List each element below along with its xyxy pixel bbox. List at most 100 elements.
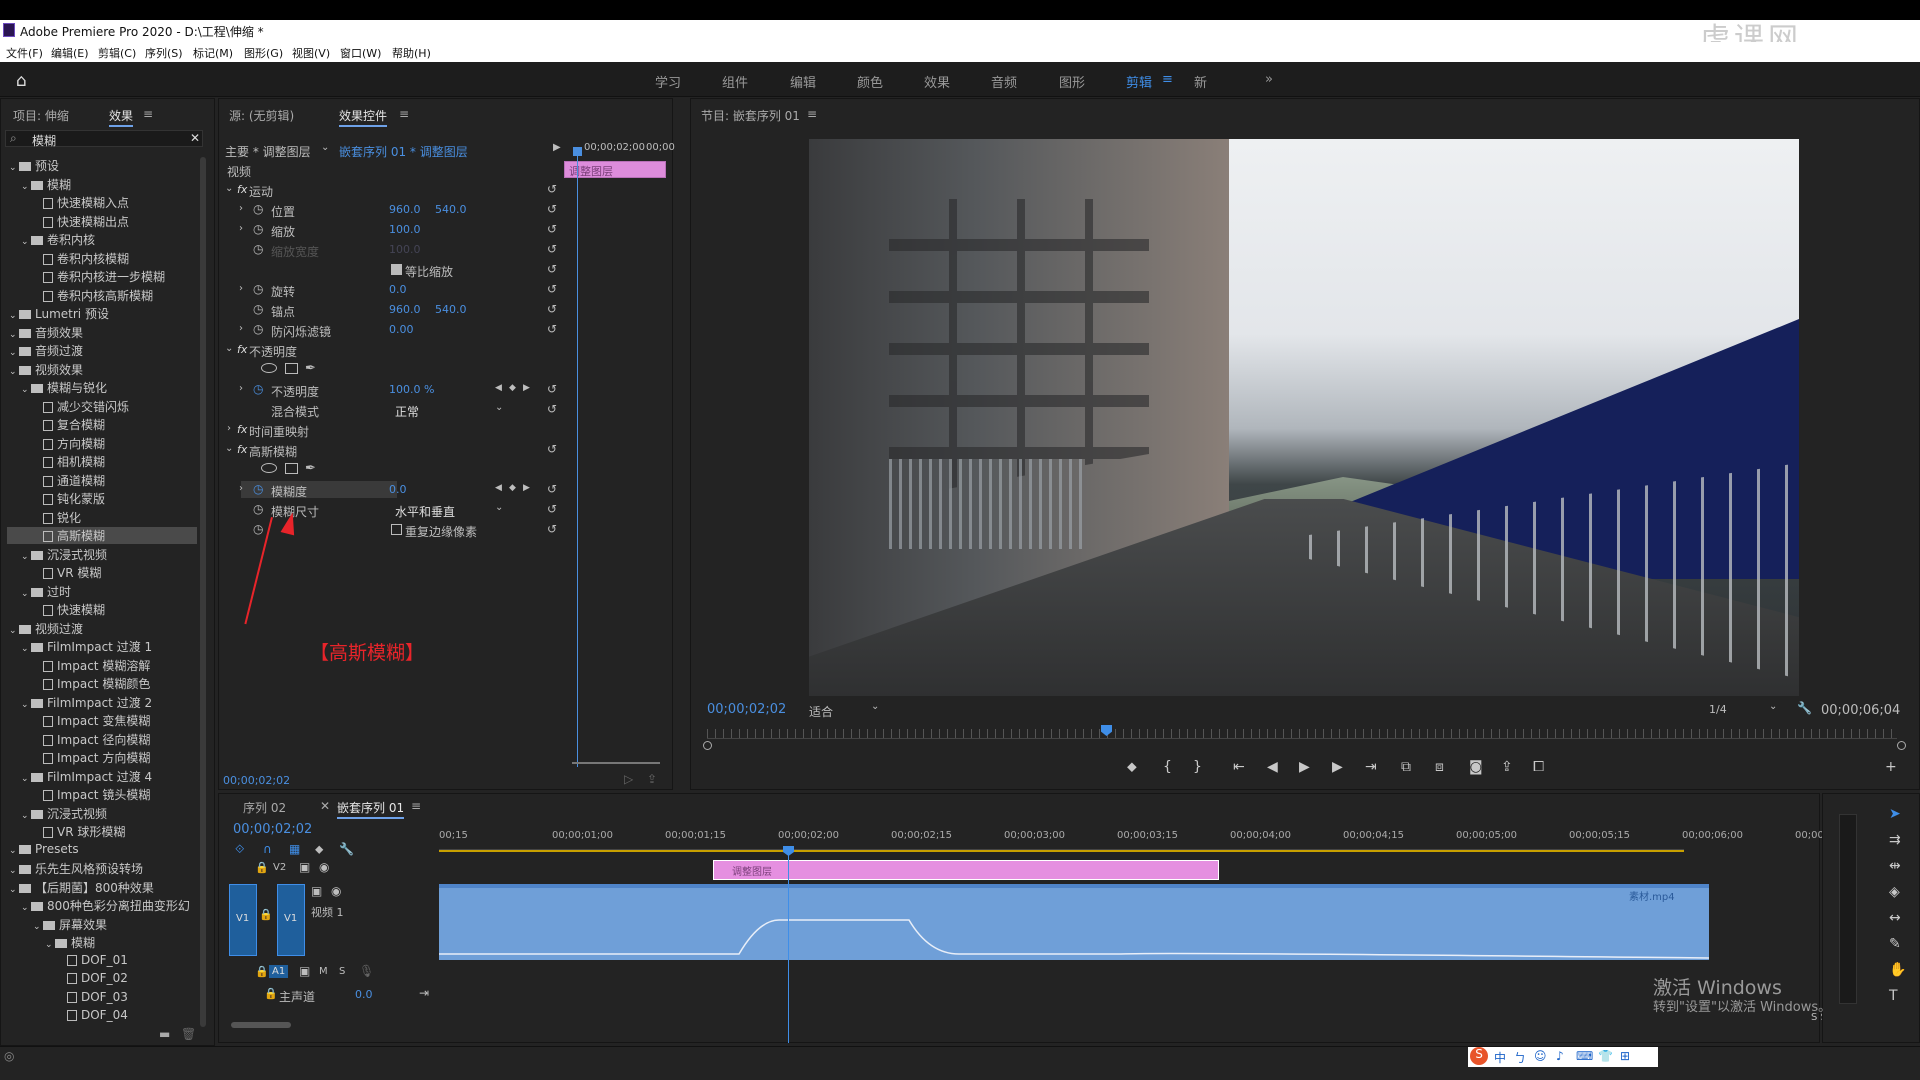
ellipse-mask-icon[interactable]	[261, 363, 277, 373]
effect-folder[interactable]: ⌄ 模糊与锐化	[21, 379, 107, 396]
pen-mask-icon[interactable]: ✒	[305, 461, 316, 476]
flicker-value[interactable]: 0.00	[389, 323, 414, 336]
sync-icon[interactable]: ▣	[311, 884, 322, 898]
effect-folder[interactable]: ⌄ 乐先生风格预设转场	[9, 860, 143, 877]
ime-tools-icon[interactable]: ⊞	[1620, 1049, 1630, 1063]
chevron-down-icon[interactable]: ⌄	[321, 142, 329, 153]
effect-folder[interactable]: ⌄ 【后期菌】800种效果	[9, 879, 154, 896]
lock-icon[interactable]: 🔒	[259, 908, 273, 921]
chevron-down-icon[interactable]: ⌄	[225, 443, 233, 454]
mic-icon[interactable]: 🎙	[359, 964, 374, 978]
anchor-value[interactable]: 960.0	[389, 303, 421, 316]
program-scrub-bar[interactable]	[707, 729, 1897, 739]
ime-punct[interactable]: ㄅ	[1514, 1049, 1526, 1066]
add-keyframe-icon[interactable]: ◆	[509, 483, 516, 493]
stopwatch-icon[interactable]: ◷	[253, 382, 263, 396]
effect-item[interactable]: VR 模糊	[33, 564, 101, 581]
reset-icon[interactable]: ↺	[547, 482, 557, 496]
effects-menu-icon[interactable]: ≡	[143, 107, 153, 129]
mute-button[interactable]: M	[319, 966, 328, 977]
effect-item[interactable]: 快速模糊	[33, 601, 105, 618]
stopwatch-icon[interactable]: ◷	[253, 322, 263, 336]
compare-icon[interactable]: ⧠	[1533, 759, 1544, 775]
chevron-right-icon[interactable]: ›	[239, 203, 243, 214]
pen-mask-icon[interactable]: ✒	[305, 361, 316, 376]
fx-badge[interactable]: fx	[237, 423, 247, 436]
reset-icon[interactable]: ↺	[547, 382, 557, 396]
effect-folder[interactable]: ⌄ Presets	[9, 842, 79, 856]
stopwatch-icon[interactable]: ◷	[253, 502, 263, 516]
reset-icon[interactable]: ↺	[547, 322, 557, 336]
ime-keyboard-icon[interactable]: ⌨	[1576, 1049, 1593, 1063]
export-icon[interactable]: ⇪	[647, 772, 657, 786]
menu-edit[interactable]: 编辑(E)	[51, 45, 89, 61]
reset-icon[interactable]: ↺	[547, 302, 557, 316]
delete-icon[interactable]: 🗑	[181, 1027, 196, 1041]
track-v2-label[interactable]: V2	[273, 862, 286, 873]
mark-in-icon[interactable]: {	[1163, 759, 1172, 775]
reset-icon[interactable]: ↺	[547, 182, 557, 196]
position-value[interactable]: 960.0	[389, 203, 421, 216]
track-a1-label[interactable]: A1	[269, 965, 289, 978]
chevron-right-icon[interactable]: ›	[239, 383, 243, 394]
fx-badge[interactable]: fx	[237, 343, 247, 356]
lock-icon[interactable]: 🔒	[264, 987, 278, 1000]
ime-emoji-icon[interactable]: ☺	[1534, 1049, 1547, 1063]
effects-scrollbar[interactable]	[200, 157, 206, 1027]
menu-clip[interactable]: 剪辑(C)	[98, 45, 136, 61]
timeline-playhead-handle[interactable]	[783, 846, 794, 856]
wrench-icon[interactable]: 🔧	[1797, 701, 1812, 715]
export-frame-icon[interactable]: ⇪	[1501, 759, 1513, 775]
mini-playhead-handle[interactable]	[573, 147, 582, 156]
effect-item[interactable]: 高斯模糊	[7, 527, 197, 544]
marker-icon[interactable]: ⬥	[315, 842, 323, 857]
video-frame[interactable]	[809, 139, 1799, 696]
play-icon[interactable]: ▶	[1299, 759, 1310, 775]
reset-icon[interactable]: ↺	[547, 242, 557, 256]
effect-folder[interactable]: ⌄ 音频过渡	[9, 342, 83, 359]
razor-tool-icon[interactable]: ◈	[1889, 884, 1900, 900]
effect-folder[interactable]: ⌄ 屏幕效果	[33, 916, 107, 933]
sequence-clip-label[interactable]: 嵌套序列 01 * 调整图层	[339, 143, 468, 160]
ws-graphics[interactable]: 图形	[1059, 72, 1085, 91]
reset-icon[interactable]: ↺	[547, 442, 557, 456]
search-input[interactable]: 模糊	[32, 132, 56, 149]
ime-chinese[interactable]: 中	[1494, 1049, 1506, 1066]
tab-sequence-02[interactable]: 序列 02	[243, 799, 286, 821]
mark-out-icon[interactable]: }	[1193, 759, 1202, 775]
pen-tool-icon[interactable]: ✎	[1889, 936, 1901, 952]
program-timecode[interactable]: 00;00;02;02	[707, 702, 786, 717]
reset-icon[interactable]: ↺	[547, 262, 557, 276]
effect-folder[interactable]: ⌄ 800种色彩分离扭曲变形幻	[21, 897, 190, 914]
track-v1-target[interactable]: V1	[277, 884, 305, 956]
ws-color[interactable]: 颜色	[857, 72, 883, 91]
settings-wrench-icon[interactable]: 🔧	[339, 842, 354, 856]
reset-icon[interactable]: ↺	[547, 202, 557, 216]
hand-tool-icon[interactable]: ✋	[1889, 962, 1906, 978]
reset-icon[interactable]: ↺	[547, 282, 557, 296]
filter-icon[interactable]: ▷	[624, 772, 633, 786]
add-keyframe-icon[interactable]: ◆	[509, 383, 516, 393]
reset-icon[interactable]: ↺	[547, 502, 557, 516]
effect-item[interactable]: Impact 径向模糊	[33, 731, 150, 748]
go-to-in-icon[interactable]: ⇤	[1233, 759, 1245, 775]
effect-item[interactable]: DOF_04	[57, 1008, 128, 1022]
ws-editing[interactable]: 编辑	[790, 72, 816, 91]
res-chevron-icon[interactable]: ⌄	[1769, 701, 1777, 712]
effect-folder[interactable]: ⌄ FilmImpact 过渡 2	[21, 694, 152, 711]
mini-scroll-track[interactable]	[572, 762, 660, 764]
selection-tool-icon[interactable]: ➤	[1889, 806, 1901, 822]
opacity-value[interactable]: 100.0 %	[389, 383, 434, 396]
menu-view[interactable]: 视图(V)	[292, 45, 330, 61]
scale-w-value[interactable]: 100.0	[389, 243, 421, 256]
step-back-icon[interactable]: ◀	[1267, 759, 1278, 775]
effect-folder[interactable]: ⌄ 视频效果	[9, 361, 83, 378]
play-triangle-icon[interactable]: ▶	[553, 142, 561, 153]
ec-timecode[interactable]: 00;00;02;02	[223, 774, 290, 787]
chevron-right-icon[interactable]: ›	[239, 323, 243, 334]
effect-folder[interactable]: ⌄ 模糊	[45, 934, 95, 951]
next-keyframe-icon[interactable]: ▶	[523, 483, 530, 493]
effect-folder[interactable]: ⌄ 视频过渡	[9, 620, 83, 637]
timeline-playhead[interactable]	[788, 848, 789, 1043]
menu-window[interactable]: 窗口(W)	[340, 45, 381, 61]
